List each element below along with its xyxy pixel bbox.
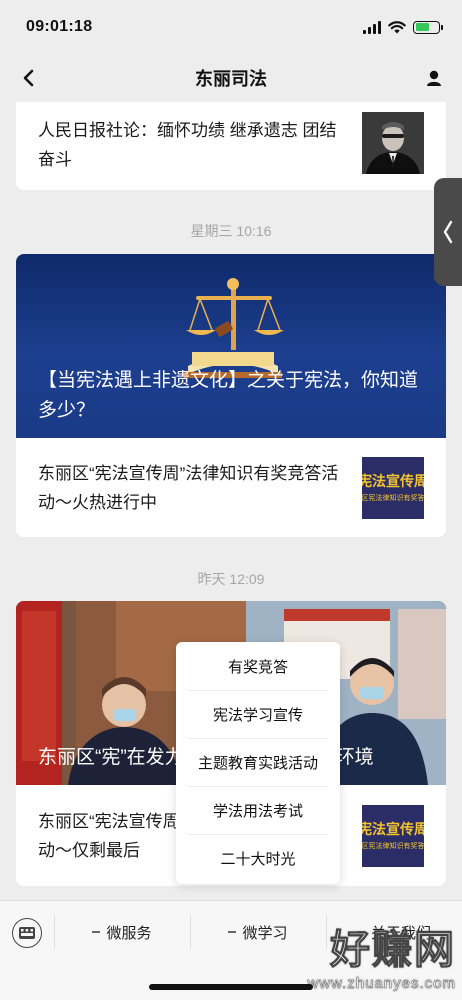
article-row[interactable]: 人民日报社论：缅怀功绩 继承遗志 团结奋斗 [16, 102, 446, 190]
floating-side-tab[interactable] [434, 178, 462, 286]
menu-item-quiz[interactable]: 有奖竞答 [176, 642, 340, 690]
article-thumbnail: 宪法宣传周 区宪法律知识有奖答 [362, 804, 424, 867]
home-indicator[interactable] [149, 984, 313, 990]
article-row[interactable]: 东丽区“宪法宣传周”法律知识有奖竞答活动～火热进行中 宪法宣传周 区宪法律知识有… [16, 438, 446, 537]
portrait-thumbnail [362, 112, 424, 174]
menu-item-theme-education[interactable]: 主题教育实践活动 [176, 738, 340, 786]
menu-dash-icon [92, 931, 101, 933]
article-title: 东丽区“宪法宣传周”法律知识有奖竞答活动～火热进行中 [38, 463, 339, 512]
menu-tab-services[interactable]: 微服务 [54, 901, 190, 963]
hero-article[interactable]: 【当宪法遇上非遗文化】之关于宪法，你知道多少？ [16, 254, 446, 438]
site-watermark: 好赚网 www.zhuanyes.com [307, 917, 456, 993]
status-icons [363, 20, 443, 34]
person-icon [427, 70, 441, 86]
status-bar: 09:01:18 [0, 0, 462, 54]
menu-dash-icon [228, 931, 237, 933]
keyboard-icon [19, 927, 35, 939]
menu-tab-label: 微学习 [242, 924, 288, 942]
thumbnail-headline: 宪法宣传周 [362, 820, 424, 837]
profile-button[interactable] [422, 66, 446, 90]
page-title: 东丽司法 [195, 69, 267, 89]
status-time: 09:01:18 [26, 18, 93, 35]
wifi-icon [388, 21, 406, 34]
menu-tab-label: 微服务 [106, 924, 152, 942]
watermark-url: www.zhuanyes.com [307, 975, 456, 992]
keyboard-toggle-button[interactable] [12, 918, 42, 948]
thumbnail-subtext: 区宪法律知识有奖答 [362, 494, 424, 502]
message-timestamp: 昨天 12:09 [197, 571, 265, 587]
thumbnail-subtext: 区宪法律知识有奖答 [362, 842, 424, 850]
thumbnail-headline: 宪法宣传周 [362, 472, 424, 489]
menu-tab-learning[interactable]: 微学习 [190, 901, 326, 963]
article-title: 人民日报社论：缅怀功绩 继承遗志 团结奋斗 [38, 121, 337, 169]
watermark-logo-text: 好赚网 [330, 928, 456, 973]
menu-item-twentieth-congress[interactable]: 二十大时光 [176, 834, 340, 882]
menu-item-constitution-learning[interactable]: 宪法学习宣传 [176, 690, 340, 738]
hero-title: 【当宪法遇上非遗文化】之关于宪法，你知道多少？ [38, 370, 419, 421]
chevron-left-icon [443, 220, 453, 244]
article-card[interactable]: 【当宪法遇上非遗文化】之关于宪法，你知道多少？ 东丽区“宪法宣传周”法律知识有奖… [16, 254, 446, 537]
message-timestamp: 星期三 10:16 [190, 223, 272, 239]
back-button[interactable] [14, 64, 42, 92]
chevron-left-icon [23, 69, 34, 87]
article-card[interactable]: 人民日报社论：缅怀功绩 继承遗志 团结奋斗 [16, 102, 446, 190]
menu-item-law-exam[interactable]: 学法用法考试 [176, 786, 340, 834]
article-thumbnail: 宪法宣传周 区宪法律知识有奖答 [362, 456, 424, 519]
battery-icon [413, 20, 443, 34]
submenu-popup: 有奖竞答 宪法学习宣传 主题教育实践活动 学法用法考试 二十大时光 [176, 642, 340, 884]
nav-bar: 东丽司法 [0, 54, 462, 102]
cellular-signal-icon [363, 20, 381, 34]
